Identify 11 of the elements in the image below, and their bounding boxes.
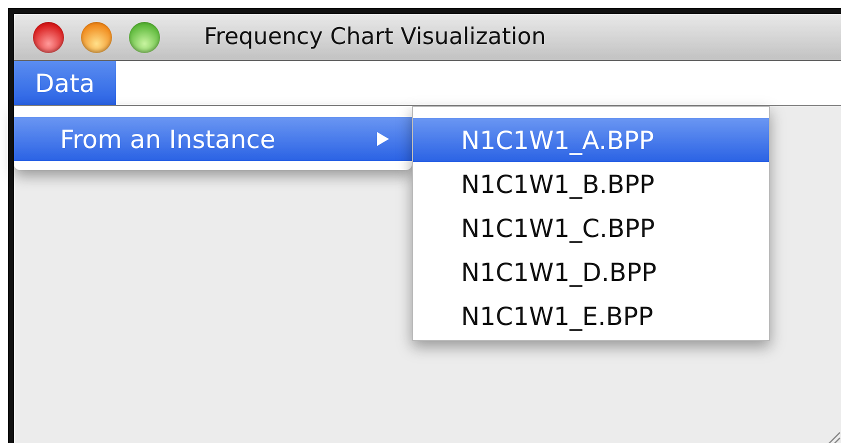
menu-item[interactable]: From an Instance — [14, 117, 412, 161]
menu-item[interactable]: N1C1W1_B.BPP — [413, 162, 769, 206]
menu-item[interactable]: N1C1W1_E.BPP — [413, 294, 769, 338]
minimize-button[interactable] — [81, 22, 112, 52]
menu-bar-item[interactable]: Data — [14, 61, 116, 105]
zoom-button[interactable] — [129, 22, 160, 52]
close-button[interactable] — [33, 22, 64, 52]
menu-item[interactable]: N1C1W1_D.BPP — [413, 250, 769, 294]
menu-item[interactable]: N1C1W1_A.BPP — [413, 118, 769, 162]
window-title: Frequency Chart Visualization — [204, 24, 546, 50]
menu-item[interactable]: N1C1W1_C.BPP — [413, 206, 769, 250]
